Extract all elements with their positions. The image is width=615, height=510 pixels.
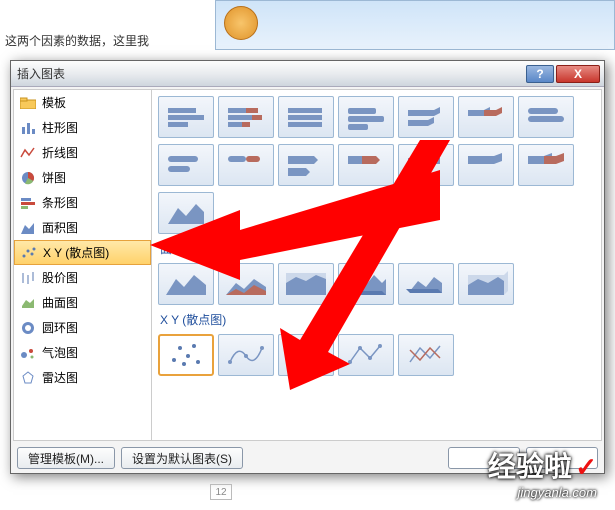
chart-thumb[interactable] <box>458 96 514 138</box>
help-button[interactable]: ? <box>526 65 554 83</box>
chart-thumb[interactable] <box>398 263 454 305</box>
line-chart-icon <box>20 145 36 161</box>
chart-thumb-scatter-lines-markers[interactable] <box>338 334 394 376</box>
close-button[interactable]: X <box>556 65 600 83</box>
chart-thumb[interactable] <box>278 144 334 186</box>
watermark: 经验啦 ✓ jingyanla.com <box>488 445 597 500</box>
sidebar-item-label: 饼图 <box>42 169 66 186</box>
sidebar-item-label: 圆环图 <box>42 319 78 336</box>
chart-type-sidebar: 模板 柱形图 折线图 饼图 条形图 面积图 <box>14 90 152 440</box>
area-chart-icon <box>20 220 36 236</box>
surface-chart-icon <box>20 295 36 311</box>
sidebar-item-label: X Y (散点图) <box>43 244 109 261</box>
folder-icon <box>20 95 36 111</box>
chart-thumb[interactable] <box>338 263 394 305</box>
chart-thumb[interactable] <box>158 144 214 186</box>
set-default-chart-button[interactable]: 设置为默认图表(S) <box>121 447 243 469</box>
insert-chart-dialog: 插入图表 ? X 模板 柱形图 折线图 饼图 <box>10 60 605 474</box>
gallery-row <box>158 192 595 234</box>
chart-thumb[interactable] <box>218 263 274 305</box>
bar-chart-icon <box>20 195 36 211</box>
title-bar: 插入图表 ? X <box>11 61 604 87</box>
gallery-row <box>158 96 595 138</box>
chart-thumb[interactable] <box>338 144 394 186</box>
sidebar-item-line[interactable]: 折线图 <box>14 140 151 165</box>
sidebar-item-scatter[interactable]: X Y (散点图) <box>14 240 151 265</box>
section-label-area: 面积图 <box>160 240 595 257</box>
chart-thumb[interactable] <box>458 263 514 305</box>
office-button-icon <box>224 6 258 40</box>
dialog-title: 插入图表 <box>15 65 524 82</box>
chart-thumb[interactable] <box>218 96 274 138</box>
chart-thumb[interactable] <box>458 144 514 186</box>
sidebar-item-doughnut[interactable]: 圆环图 <box>14 315 151 340</box>
chart-thumb[interactable] <box>398 96 454 138</box>
chart-thumb[interactable] <box>218 144 274 186</box>
sidebar-item-label: 股价图 <box>42 269 78 286</box>
stock-chart-icon <box>20 270 36 286</box>
pie-chart-icon <box>20 170 36 186</box>
sidebar-item-label: 折线图 <box>42 144 78 161</box>
watermark-text: 经验啦 <box>488 451 572 482</box>
chart-thumb[interactable] <box>158 192 214 234</box>
watermark-url: jingyanla.com <box>488 485 597 500</box>
sidebar-item-label: 气泡图 <box>42 344 78 361</box>
sidebar-item-radar[interactable]: 雷达图 <box>14 365 151 390</box>
bubble-chart-icon <box>20 345 36 361</box>
chart-thumb-scatter-smooth-markers[interactable] <box>218 334 274 376</box>
section-label-scatter: X Y (散点图) <box>160 311 595 328</box>
radar-chart-icon <box>20 370 36 386</box>
sidebar-item-area[interactable]: 面积图 <box>14 215 151 240</box>
sidebar-item-bar[interactable]: 条形图 <box>14 190 151 215</box>
gallery-row <box>158 334 595 376</box>
doughnut-chart-icon <box>20 320 36 336</box>
gallery-row <box>158 263 595 305</box>
chart-thumb[interactable] <box>338 96 394 138</box>
gallery-row <box>158 144 595 186</box>
chart-thumb[interactable] <box>278 263 334 305</box>
sidebar-item-label: 曲面图 <box>42 294 78 311</box>
chart-thumb-scatter-smooth[interactable] <box>278 334 334 376</box>
sidebar-item-label: 面积图 <box>42 219 78 236</box>
sidebar-item-column[interactable]: 柱形图 <box>14 115 151 140</box>
close-icon: X <box>574 67 582 81</box>
ribbon-background <box>215 0 615 50</box>
chart-thumb[interactable] <box>278 96 334 138</box>
manage-templates-button[interactable]: 管理模板(M)... <box>17 447 115 469</box>
dialog-body: 模板 柱形图 折线图 饼图 条形图 面积图 <box>13 89 602 441</box>
sidebar-item-label: 条形图 <box>42 194 78 211</box>
sidebar-item-label: 柱形图 <box>42 119 78 136</box>
chart-thumb[interactable] <box>518 144 574 186</box>
sidebar-item-label: 雷达图 <box>42 369 78 386</box>
sidebar-item-templates[interactable]: 模板 <box>14 90 151 115</box>
chart-gallery: 面积图 X Y (散点图) <box>152 90 601 440</box>
chart-thumb[interactable] <box>518 96 574 138</box>
chart-thumb-scatter-markers[interactable] <box>158 334 214 376</box>
chart-thumb-scatter-lines[interactable] <box>398 334 454 376</box>
checkmark-icon: ✓ <box>575 452 597 482</box>
chart-thumb[interactable] <box>158 96 214 138</box>
sidebar-item-label: 模板 <box>42 94 66 111</box>
sidebar-item-surface[interactable]: 曲面图 <box>14 290 151 315</box>
sidebar-item-pie[interactable]: 饼图 <box>14 165 151 190</box>
scatter-chart-icon <box>21 245 37 261</box>
column-chart-icon <box>20 120 36 136</box>
sidebar-item-stock[interactable]: 股价图 <box>14 265 151 290</box>
background-text: 这两个因素的数据，这里我 <box>5 32 149 49</box>
chart-thumb[interactable] <box>158 263 214 305</box>
page-number: 12 <box>210 484 232 500</box>
sidebar-item-bubble[interactable]: 气泡图 <box>14 340 151 365</box>
chart-thumb[interactable] <box>398 144 454 186</box>
